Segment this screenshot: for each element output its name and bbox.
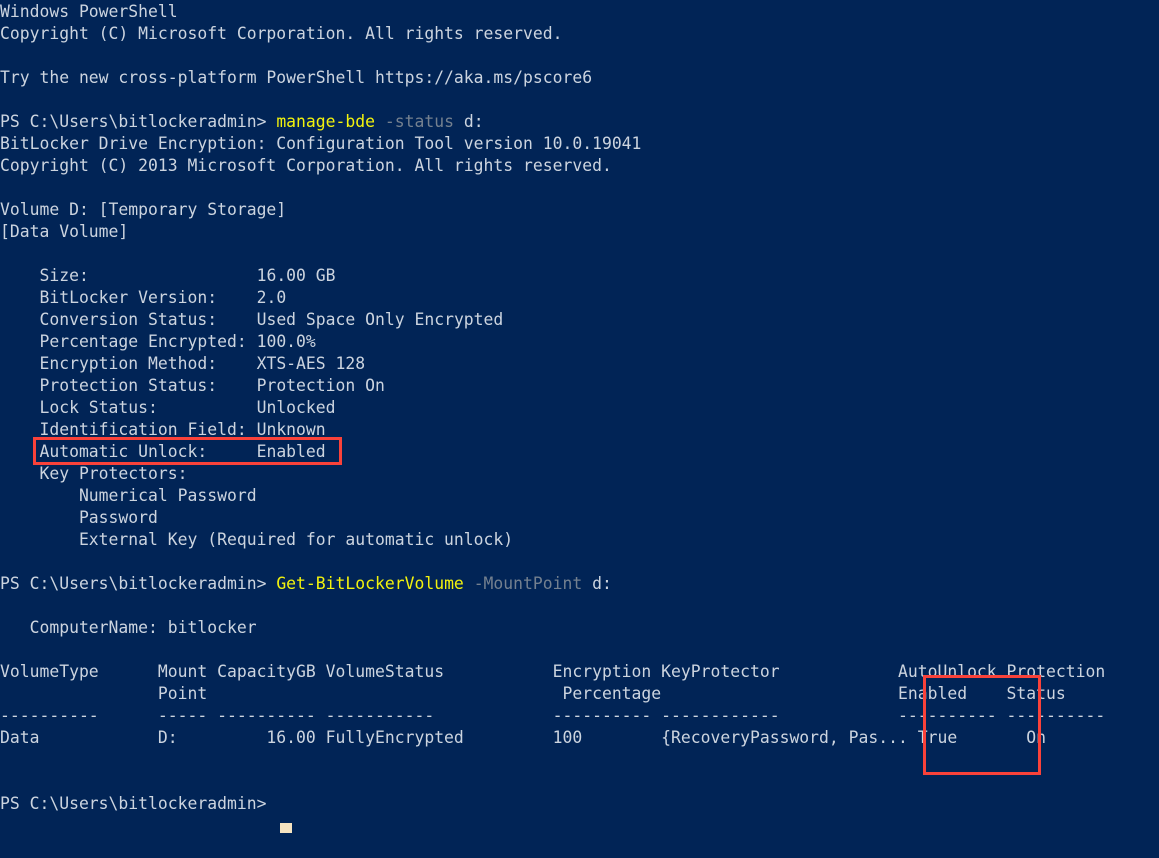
table-separator-row: ---------- ----- ---------- ----------- … — [0, 705, 1159, 727]
table-header-row-2: Point Percentage Enabled Status — [0, 683, 1159, 705]
banner-line-title: Windows PowerShell — [0, 1, 1159, 23]
field-row-conversion-status: Conversion Status: Used Space Only Encry… — [0, 309, 1159, 331]
command-parameter-mountpoint[interactable]: -MountPoint — [474, 574, 583, 593]
field-label-encryption-method: Encryption Method: — [0, 354, 257, 373]
cmd2-space-1 — [464, 574, 474, 593]
mbde-header-1-text: BitLocker Drive Encryption: Configuratio… — [0, 134, 642, 153]
mbde-header-1: BitLocker Drive Encryption: Configuratio… — [0, 133, 1159, 155]
banner-line-pscore: Try the new cross-platform PowerShell ht… — [0, 67, 1159, 89]
table-header-line-1: VolumeType Mount CapacityGB VolumeStatus… — [0, 662, 1106, 681]
command-argument-drive-1: d: — [463, 112, 484, 131]
field-row-encryption-method: Encryption Method: XTS-AES 128 — [0, 353, 1159, 375]
blank-line-1 — [0, 45, 1159, 67]
field-row-protection-status: Protection Status: Protection On — [0, 375, 1159, 397]
field-label-percentage-encrypted: Percentage Encrypted: — [0, 332, 257, 351]
powershell-terminal-window[interactable]: Windows PowerShell Copyright (C) Microsof… — [0, 0, 1159, 858]
command-line-active-prompt: PS C:\Users\bitlockeradmin> — [0, 793, 1159, 815]
computer-name-row: ComputerName: bitlocker — [0, 617, 1159, 639]
volume-type-text: [Data Volume] — [0, 222, 129, 241]
blank-line-7 — [0, 639, 1159, 661]
mbde-header-2-text: Copyright (C) 2013 Microsoft Corporation… — [0, 156, 612, 175]
blank-line-4 — [0, 243, 1159, 265]
banner-line-copyright: Copyright (C) Microsoft Corporation. All… — [0, 23, 1159, 45]
table-data-line: Data D: 16.00 FullyEncrypted 100 {Recove… — [0, 728, 1047, 747]
text-cursor — [280, 823, 292, 833]
key-protectors-label: Key Protectors: — [0, 464, 188, 483]
prompt-2: PS C:\Users\bitlockeradmin> — [0, 574, 277, 593]
field-value-automatic-unlock: Enabled — [256, 442, 326, 461]
table-separator-line: ---------- ----- ---------- ----------- … — [0, 706, 1106, 725]
field-label-protection-status: Protection Status: — [0, 376, 257, 395]
prompt-3[interactable]: PS C:\Users\bitlockeradmin> — [0, 794, 276, 813]
field-label-bitlocker-version: BitLocker Version: — [0, 288, 257, 307]
mbde-header-2: Copyright (C) 2013 Microsoft Corporation… — [0, 155, 1159, 177]
field-label-automatic-unlock: Automatic Unlock: — [0, 442, 257, 461]
field-row-automatic-unlock: Automatic Unlock: Enabled — [0, 441, 1159, 463]
prompt-1: PS C:\Users\bitlockeradmin> — [0, 112, 277, 131]
cmd1-space-1 — [375, 112, 385, 131]
blank-line-5 — [0, 551, 1159, 573]
field-value-lock-status: Unlocked — [256, 398, 336, 417]
field-value-conversion-status: Used Space Only Encrypted — [256, 310, 504, 329]
key-protector-external-key: External Key (Required for automatic unl… — [0, 529, 1159, 551]
field-value-identification-field: Unknown — [256, 420, 326, 439]
field-label-lock-status: Lock Status: — [0, 398, 257, 417]
blank-line-3 — [0, 177, 1159, 199]
field-value-size: 16.00 GB — [256, 266, 336, 285]
field-row-lock-status: Lock Status: Unlocked — [0, 397, 1159, 419]
blank-line-9 — [0, 771, 1159, 793]
field-label-conversion-status: Conversion Status: — [0, 310, 257, 329]
console-output: Windows PowerShell Copyright (C) Microsof… — [0, 0, 1159, 815]
cmd2-space-2 — [582, 574, 592, 593]
banner-pscore-text: Try the new cross-platform PowerShell ht… — [0, 68, 593, 87]
volume-header-text: Volume D: [Temporary Storage] — [0, 200, 287, 219]
banner-copyright-text: Copyright (C) Microsoft Corporation. All… — [0, 24, 563, 43]
field-label-size: Size: — [0, 266, 257, 285]
field-row-identification-field: Identification Field: Unknown — [0, 419, 1159, 441]
command-line-get-bitlockervolume: PS C:\Users\bitlockeradmin> Get-BitLocke… — [0, 573, 1159, 595]
cmd1-space-2 — [454, 112, 464, 131]
table-header-row-1: VolumeType Mount CapacityGB VolumeStatus… — [0, 661, 1159, 683]
field-row-bitlocker-version: BitLocker Version: 2.0 — [0, 287, 1159, 309]
command-line-manage-bde: PS C:\Users\bitlockeradmin> manage-bde -… — [0, 111, 1159, 133]
table-header-line-2: Point Percentage Enabled Status — [0, 684, 1066, 703]
blank-line-6 — [0, 595, 1159, 617]
computer-name-text: ComputerName: bitlocker — [0, 618, 257, 637]
field-label-identification-field: Identification Field: — [0, 420, 257, 439]
volume-type-line: [Data Volume] — [0, 221, 1159, 243]
field-row-percentage-encrypted: Percentage Encrypted: 100.0% — [0, 331, 1159, 353]
key-protector-text-0: Numerical Password — [0, 486, 257, 505]
command-argument-drive-2: d: — [592, 574, 612, 593]
key-protector-text-2: External Key (Required for automatic unl… — [0, 530, 514, 549]
field-value-protection-status: Protection On — [256, 376, 385, 395]
blank-line-2 — [0, 89, 1159, 111]
field-row-size: Size: 16.00 GB — [0, 265, 1159, 287]
key-protectors-label-row: Key Protectors: — [0, 463, 1159, 485]
volume-header-line: Volume D: [Temporary Storage] — [0, 199, 1159, 221]
field-value-encryption-method: XTS-AES 128 — [256, 354, 366, 373]
key-protector-numerical-password: Numerical Password — [0, 485, 1159, 507]
field-value-percentage-encrypted: 100.0% — [256, 332, 316, 351]
key-protector-text-1: Password — [0, 508, 158, 527]
key-protector-password: Password — [0, 507, 1159, 529]
command-parameter-status[interactable]: -status — [385, 112, 454, 131]
blank-line-8 — [0, 749, 1159, 771]
banner-title-text: Windows PowerShell — [0, 2, 178, 21]
command-name-manage-bde[interactable]: manage-bde — [276, 112, 375, 131]
field-value-bitlocker-version: 2.0 — [256, 288, 287, 307]
table-row: Data D: 16.00 FullyEncrypted 100 {Recove… — [0, 727, 1159, 749]
command-name-get-bitlockervolume[interactable]: Get-BitLockerVolume — [276, 574, 464, 593]
